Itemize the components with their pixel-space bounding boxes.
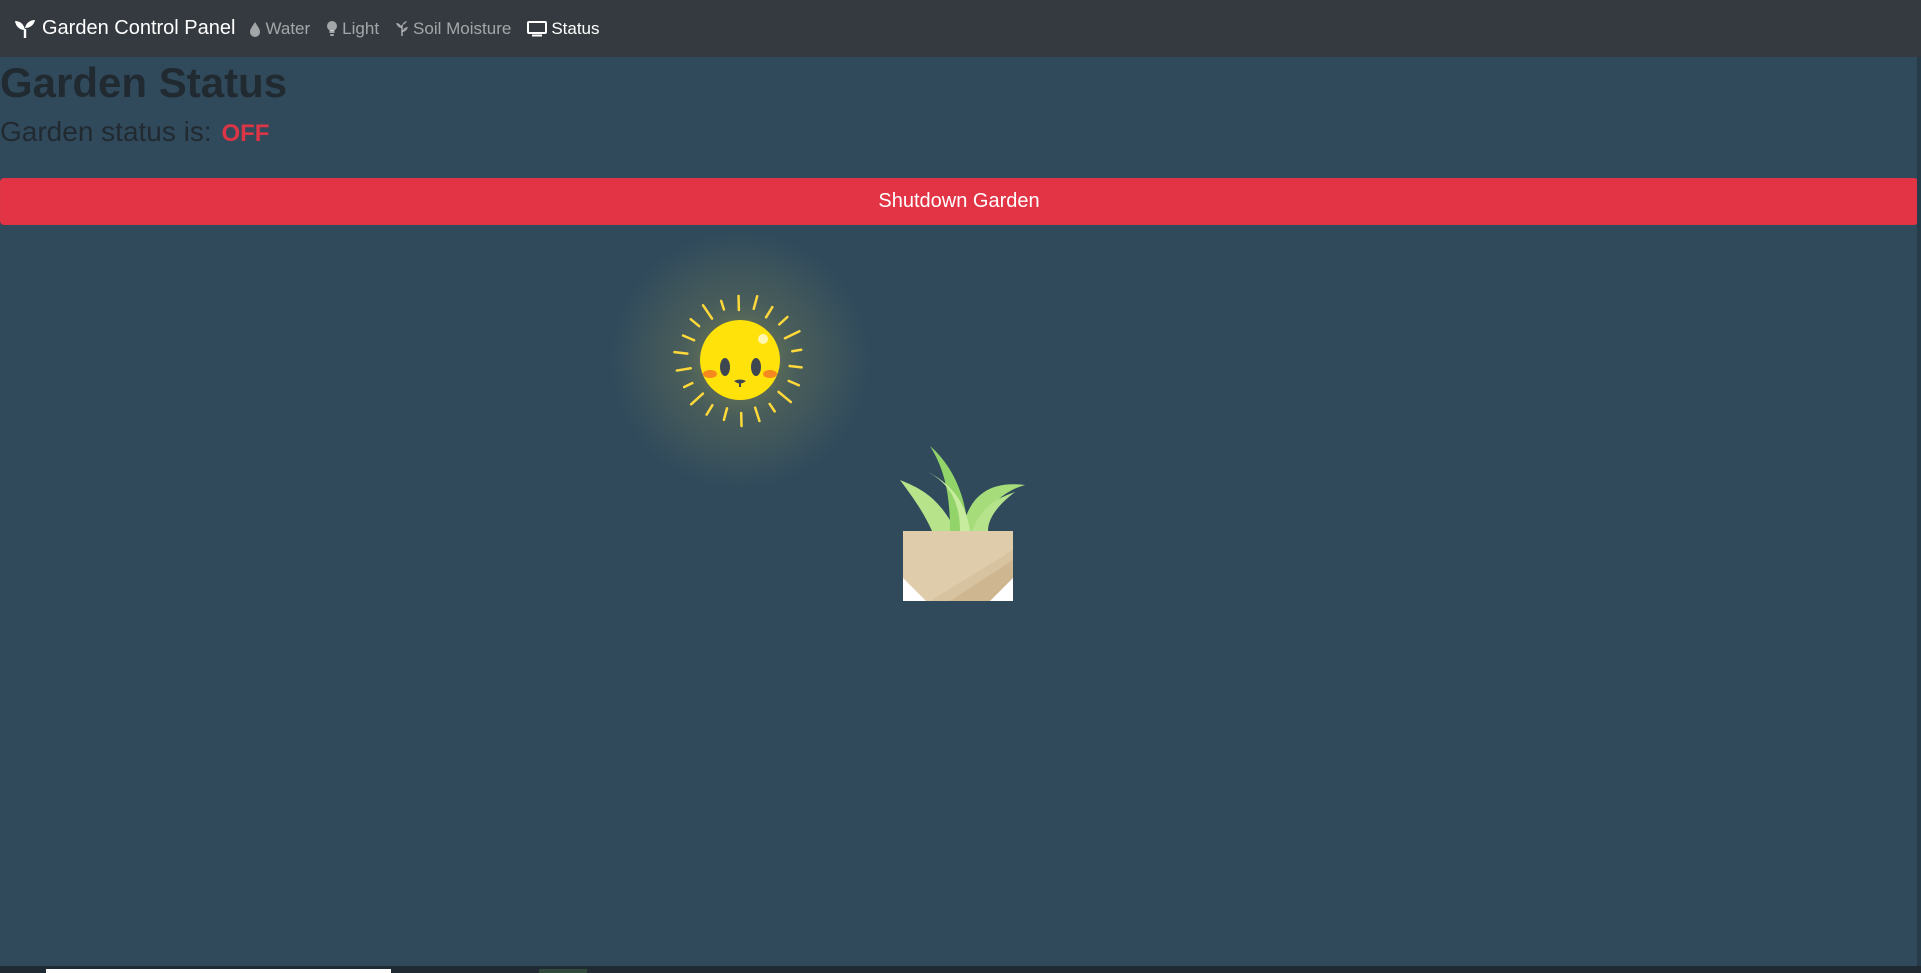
seedling-icon (15, 19, 35, 38)
page-title: Garden Status (0, 59, 288, 106)
nav-link-status[interactable]: Status (527, 18, 600, 39)
nav-link-label: Water (265, 18, 311, 38)
taskbar-active-indicator (46, 969, 391, 973)
taskbar-indicator (539, 969, 587, 973)
top-navbar: Garden Control Panel Water Light Soil Mo… (0, 0, 1921, 57)
sun-ray (788, 364, 803, 369)
seedling-icon (396, 21, 409, 36)
shutdown-garden-button[interactable]: Shutdown Garden (0, 178, 1918, 225)
sun-ray (673, 350, 689, 355)
navbar-brand[interactable]: Garden Control Panel (14, 17, 235, 40)
potted-plant-illustration (900, 446, 1025, 601)
nav-link-light[interactable]: Light (326, 19, 379, 39)
nav-link-label: Light (342, 18, 380, 38)
sun-illustration (610, 230, 870, 490)
scrollbar-track[interactable] (1917, 57, 1921, 973)
nav-link-water[interactable]: Water (249, 19, 310, 39)
nav-link-label: Status (551, 18, 600, 38)
status-label: Garden status is: (0, 116, 212, 147)
droplet-icon (250, 21, 261, 37)
lightbulb-icon (327, 21, 338, 36)
status-value: OFF (221, 120, 270, 147)
brand-label: Garden Control Panel (42, 17, 236, 39)
nav-link-soil-moisture[interactable]: Soil Moisture (395, 19, 511, 39)
garden-status-line: Garden status is: OFF (0, 114, 269, 152)
sun-ray (791, 348, 803, 353)
nav-link-label: Soil Moisture (413, 18, 512, 38)
monitor-icon (527, 20, 548, 36)
